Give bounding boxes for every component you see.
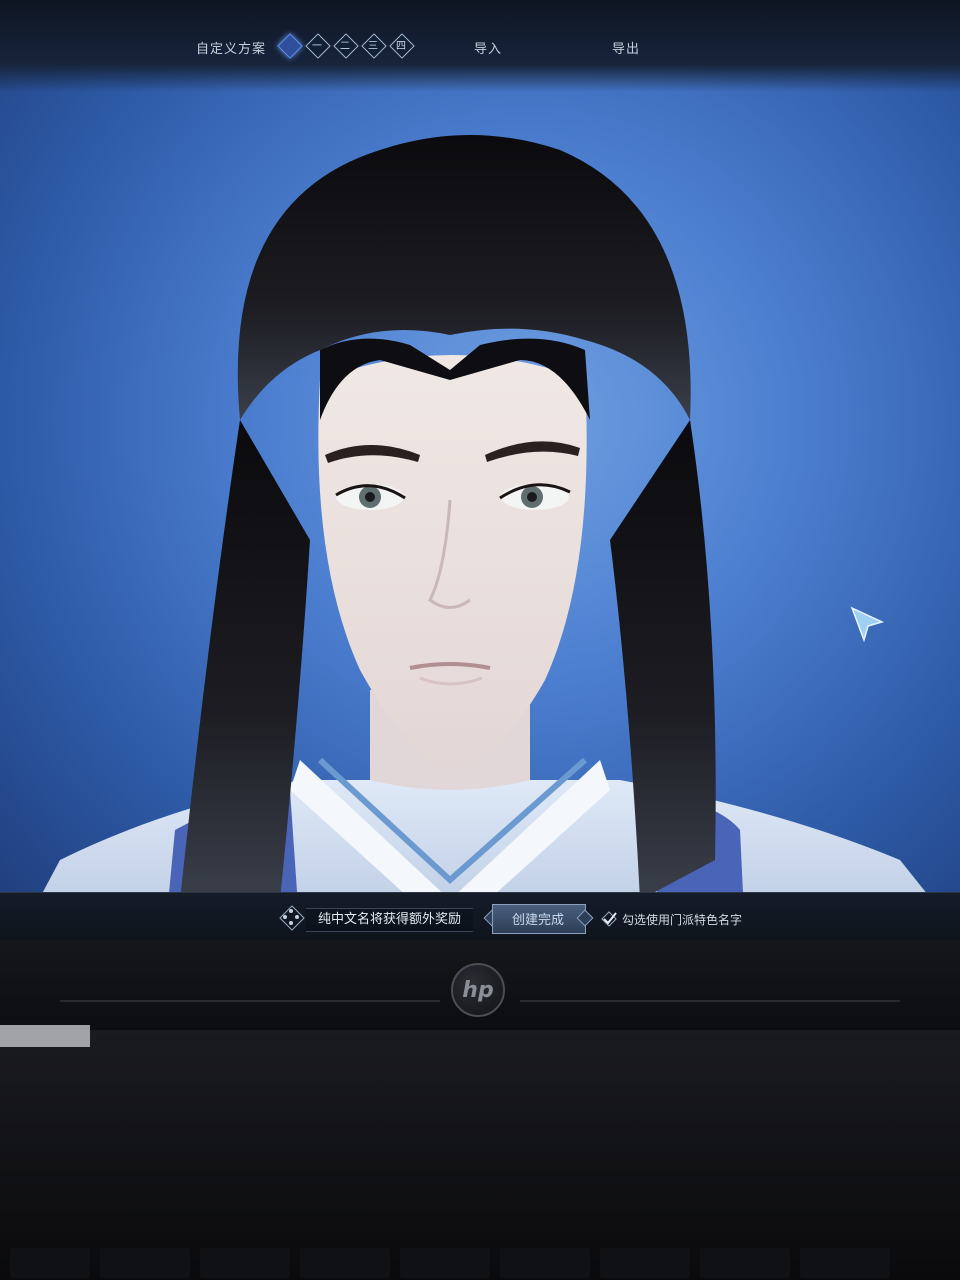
scheme-slot-3-label: 三 <box>368 41 378 52</box>
scheme-slot-1[interactable]: 一 <box>305 33 331 59</box>
scheme-slots: 一 二 三 四 <box>277 33 415 59</box>
laptop-keyboard <box>0 1030 960 1280</box>
game-screen: 自定义方案 一 二 三 四 导入 导出 <box>0 0 960 935</box>
sect-name-checkbox-label: 勾选使用门派特色名字 <box>622 912 743 927</box>
create-complete-label: 创建完成 <box>511 913 564 928</box>
scheme-slot-0[interactable] <box>277 33 303 59</box>
name-entry-bar: 纯中文名将获得额外奖励 创建完成 勾选使用门派特色名字 <box>0 892 960 941</box>
scheme-slot-4-label: 四 <box>396 41 406 52</box>
key <box>400 1248 490 1278</box>
key <box>700 1248 790 1278</box>
scheme-slot-2[interactable]: 二 <box>333 33 359 59</box>
cursor-arrow-icon <box>850 606 885 643</box>
scheme-slot-4[interactable]: 四 <box>389 33 415 59</box>
character-preview <box>20 135 960 935</box>
custom-scheme-label: 自定义方案 <box>196 42 267 57</box>
key <box>10 1248 90 1278</box>
key <box>300 1248 390 1278</box>
key <box>600 1248 690 1278</box>
key <box>200 1248 290 1278</box>
hinge-line-right <box>520 1000 900 1002</box>
export-button[interactable]: 导出 <box>612 38 640 57</box>
top-toolbar: 自定义方案 一 二 三 四 导入 导出 <box>0 0 960 92</box>
scheme-slot-2-label: 二 <box>340 41 350 52</box>
key <box>500 1248 590 1278</box>
hp-logo: hp <box>451 963 505 1017</box>
scheme-slot-1-label: 一 <box>312 41 322 52</box>
reflection-highlight <box>0 1025 90 1047</box>
scheme-slot-3[interactable]: 三 <box>361 33 387 59</box>
key <box>100 1248 190 1278</box>
hinge-line-left <box>60 1000 440 1002</box>
key <box>800 1248 890 1278</box>
random-name-icon[interactable] <box>279 905 305 931</box>
function-key-row <box>0 1244 960 1280</box>
sect-name-checkbox[interactable]: 勾选使用门派特色名字 <box>600 907 742 931</box>
checkmark-icon[interactable] <box>600 910 618 928</box>
character-name-field[interactable]: 纯中文名将获得额外奖励 <box>306 908 474 932</box>
import-button[interactable]: 导入 <box>474 38 502 57</box>
create-complete-button[interactable]: 创建完成 <box>483 904 594 934</box>
